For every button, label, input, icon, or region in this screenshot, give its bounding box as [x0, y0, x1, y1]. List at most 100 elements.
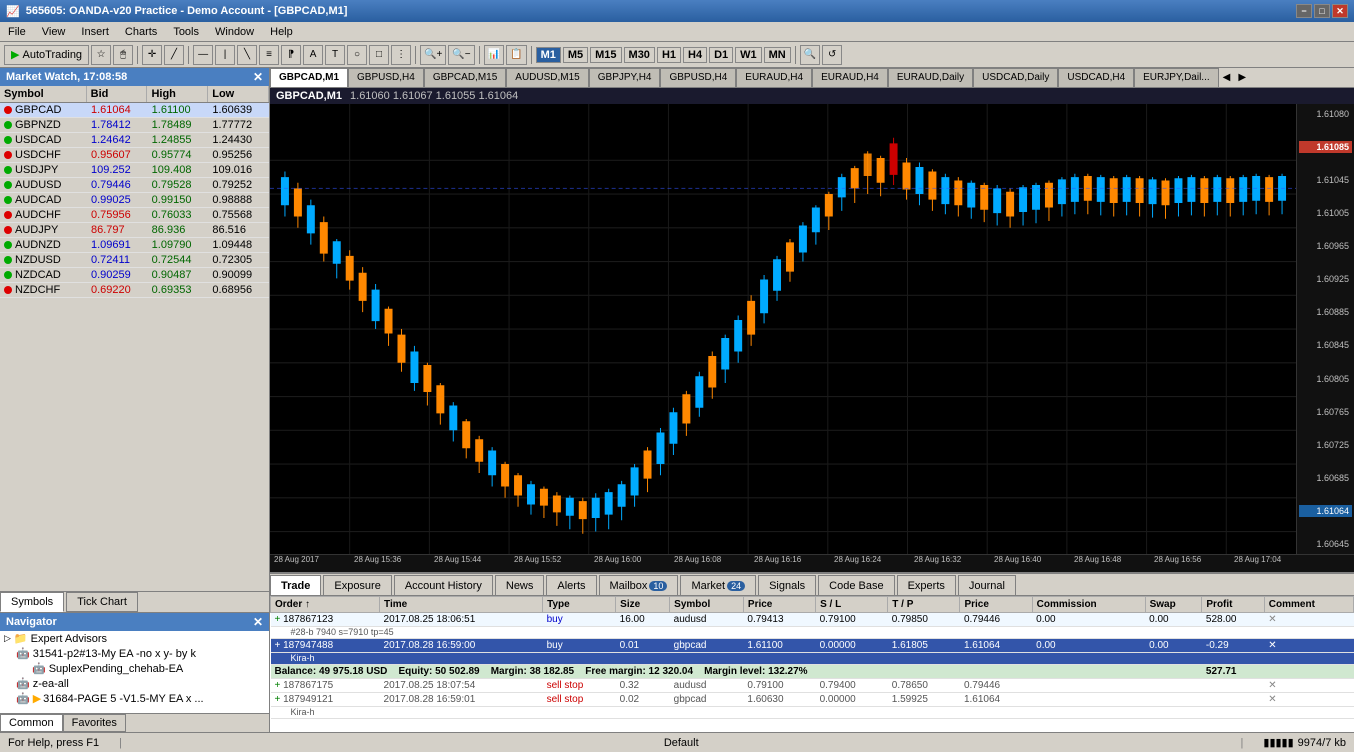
pending-close-1[interactable]: ✕ [1264, 679, 1353, 693]
order-row-187867123[interactable]: + 187867123 2017.08.25 18:06:51 buy 16.0… [271, 613, 1354, 627]
mw-row-nzdusd[interactable]: NZDUSD 0.72411 0.72544 0.72305 [0, 253, 269, 268]
nav-tab-favorites[interactable]: Favorites [63, 714, 126, 732]
chart-tab-gbpcad-m1[interactable]: GBPCAD,M1 [270, 68, 348, 88]
menu-charts[interactable]: Charts [117, 24, 165, 40]
mw-row-gbpcad[interactable]: GBPCAD 1.61064 1.61100 1.60639 [0, 103, 269, 118]
order-close-x-2[interactable]: ✕ [1264, 639, 1353, 653]
toolbar-vline[interactable]: | [215, 45, 235, 65]
toolbar-crosshair[interactable]: ✛ [142, 45, 162, 65]
mw-row-usdchf[interactable]: USDCHF 0.95607 0.95774 0.95256 [0, 148, 269, 163]
nav-ea-1[interactable]: 🤖 31541-p2#13-My EA -no x y- by k [0, 646, 269, 661]
toolbar-star[interactable]: ☆ [91, 45, 111, 65]
tab-account-history[interactable]: Account History [394, 575, 493, 595]
chart-tab-euraud-h4[interactable]: EURAUD,H4 [736, 68, 812, 88]
navigator-close[interactable]: ✕ [253, 615, 263, 629]
toolbar-more[interactable]: ⋮ [391, 45, 411, 65]
menu-help[interactable]: Help [262, 24, 301, 40]
pending-close-2[interactable]: ✕ [1264, 693, 1353, 707]
tab-trade[interactable]: Trade [270, 575, 321, 595]
chart-tabs-next[interactable]: ▶ [1234, 72, 1250, 83]
chart-tab-usdcad-d[interactable]: USDCAD,Daily [973, 68, 1058, 88]
autotrading-button[interactable]: ▶ AutoTrading [4, 45, 89, 65]
mw-row-audchf[interactable]: AUDCHF 0.75956 0.76033 0.75568 [0, 208, 269, 223]
chart-tab-gbpusd-h4-2[interactable]: GBPUSD,H4 [660, 68, 736, 88]
menu-view[interactable]: View [34, 24, 74, 40]
toolbar-label[interactable]: T [325, 45, 345, 65]
toolbar-hline[interactable]: — [193, 45, 213, 65]
timeframe-mn[interactable]: MN [764, 47, 791, 63]
mw-tab-symbols[interactable]: Symbols [0, 592, 64, 612]
chart-tab-gbpjpy-h4[interactable]: GBPJPY,H4 [589, 68, 661, 88]
mw-row-nzdchf[interactable]: NZDCHF 0.69220 0.69353 0.68956 [0, 283, 269, 298]
chart-tab-euraud-d[interactable]: EURAUD,Daily [888, 68, 973, 88]
toolbar-ellipse[interactable]: ○ [347, 45, 367, 65]
timeframe-h4[interactable]: H4 [683, 47, 707, 63]
mw-high-nzdcad: 0.90487 [148, 268, 209, 282]
order-close-x[interactable]: ✕ [1264, 613, 1353, 627]
nav-ea-2[interactable]: 🤖 SuplexPending_chehab-EA [0, 661, 269, 676]
mw-row-usdcad[interactable]: USDCAD 1.24642 1.24855 1.24430 [0, 133, 269, 148]
timeframe-m5[interactable]: M5 [563, 47, 588, 63]
tab-exposure[interactable]: Exposure [323, 575, 391, 595]
market-watch-close[interactable]: ✕ [253, 70, 263, 84]
toolbar-refresh[interactable]: ↺ [822, 45, 842, 65]
toolbar-text[interactable]: A [303, 45, 323, 65]
chart-tab-euraud-h4-2[interactable]: EURAUD,H4 [812, 68, 888, 88]
mw-row-audjpy[interactable]: AUDJPY 86.797 86.936 86.516 [0, 223, 269, 238]
maximize-button[interactable]: □ [1314, 4, 1330, 18]
chart-body[interactable]: 1.61080 1.61085 1.61045 1.61005 1.60965 … [270, 104, 1354, 554]
tab-news[interactable]: News [495, 575, 545, 595]
menu-window[interactable]: Window [207, 24, 262, 40]
toolbar-zoom-in[interactable]: 🔍+ [420, 45, 446, 65]
order-row-187947488[interactable]: + 187947488 2017.08.28 16:59:00 buy 0.01… [271, 639, 1354, 653]
toolbar-line[interactable]: ╱ [164, 45, 184, 65]
chart-tab-usdcad-h4[interactable]: USDCAD,H4 [1058, 68, 1134, 88]
mw-row-nzdcad[interactable]: NZDCAD 0.90259 0.90487 0.90099 [0, 268, 269, 283]
chart-tab-audusd-m15[interactable]: AUDUSD,M15 [506, 68, 588, 88]
timeframe-h1[interactable]: H1 [657, 47, 681, 63]
timeframe-m30[interactable]: M30 [624, 47, 655, 63]
pending-row-187867175[interactable]: + 187867175 2017.08.25 18:07:54 sell sto… [271, 679, 1354, 693]
tab-alerts[interactable]: Alerts [546, 575, 596, 595]
toolbar-indicators[interactable]: 📊 [484, 45, 504, 65]
tab-mailbox[interactable]: Mailbox10 [599, 575, 679, 595]
tab-signals[interactable]: Signals [758, 575, 816, 595]
menu-tools[interactable]: Tools [165, 24, 207, 40]
toolbar-templates[interactable]: 📋 [506, 45, 526, 65]
pending-row-187949121[interactable]: + 187949121 2017.08.28 16:59:01 sell sto… [271, 693, 1354, 707]
close-button[interactable]: ✕ [1332, 4, 1348, 18]
nav-ea-3[interactable]: 🤖 z-ea-all [0, 676, 269, 691]
timeframe-m1[interactable]: M1 [536, 47, 561, 63]
tab-code-base[interactable]: Code Base [818, 575, 894, 595]
timeframe-d1[interactable]: D1 [709, 47, 733, 63]
tab-experts[interactable]: Experts [897, 575, 956, 595]
toolbar-search[interactable]: 🔍 [800, 45, 820, 65]
chart-tab-eurjpy[interactable]: EURJPY,Dail... [1134, 68, 1219, 88]
mw-tab-tick[interactable]: Tick Chart [66, 592, 138, 612]
toolbar-zoom-out[interactable]: 🔍− [448, 45, 474, 65]
menu-insert[interactable]: Insert [73, 24, 117, 40]
timeframe-w1[interactable]: W1 [735, 47, 762, 63]
mw-row-audcad[interactable]: AUDCAD 0.99025 0.99150 0.98888 [0, 193, 269, 208]
chart-tab-gbpcad-m15[interactable]: GBPCAD,M15 [424, 68, 506, 88]
chart-tabs-prev[interactable]: ◀ [1219, 72, 1235, 83]
nav-ea-4[interactable]: 🤖 ▶ 31684-PAGE 5 -V1.5-MY EA x ... [0, 691, 269, 706]
tab-journal[interactable]: Journal [958, 575, 1016, 595]
mw-row-audnzd[interactable]: AUDNZD 1.09691 1.09790 1.09448 [0, 238, 269, 253]
chart-tab-gbpusd-h4[interactable]: GBPUSD,H4 [348, 68, 424, 88]
nav-expert-advisors[interactable]: ▷ 📁 Expert Advisors [0, 631, 269, 646]
mw-row-gbpnzd[interactable]: GBPNZD 1.78412 1.78489 1.77772 [0, 118, 269, 133]
minimize-button[interactable]: − [1296, 4, 1312, 18]
toolbar-fib[interactable]: ⁋ [281, 45, 301, 65]
toolbar-channel[interactable]: ≡ [259, 45, 279, 65]
toolbar-cursor[interactable]: 🖱 [113, 45, 133, 65]
timeframe-m15[interactable]: M15 [590, 47, 621, 63]
tab-market[interactable]: Market24 [680, 575, 756, 595]
menu-file[interactable]: File [0, 24, 34, 40]
toolbar-rect[interactable]: □ [369, 45, 389, 65]
nav-tab-common[interactable]: Common [0, 714, 63, 732]
mw-row-usdjpy[interactable]: USDJPY 109.252 109.408 109.016 [0, 163, 269, 178]
navigator-body[interactable]: ▷ 📁 Expert Advisors 🤖 31541-p2#13-My EA … [0, 631, 269, 713]
mw-row-audusd[interactable]: AUDUSD 0.79446 0.79528 0.79252 [0, 178, 269, 193]
toolbar-trendline[interactable]: ╲ [237, 45, 257, 65]
